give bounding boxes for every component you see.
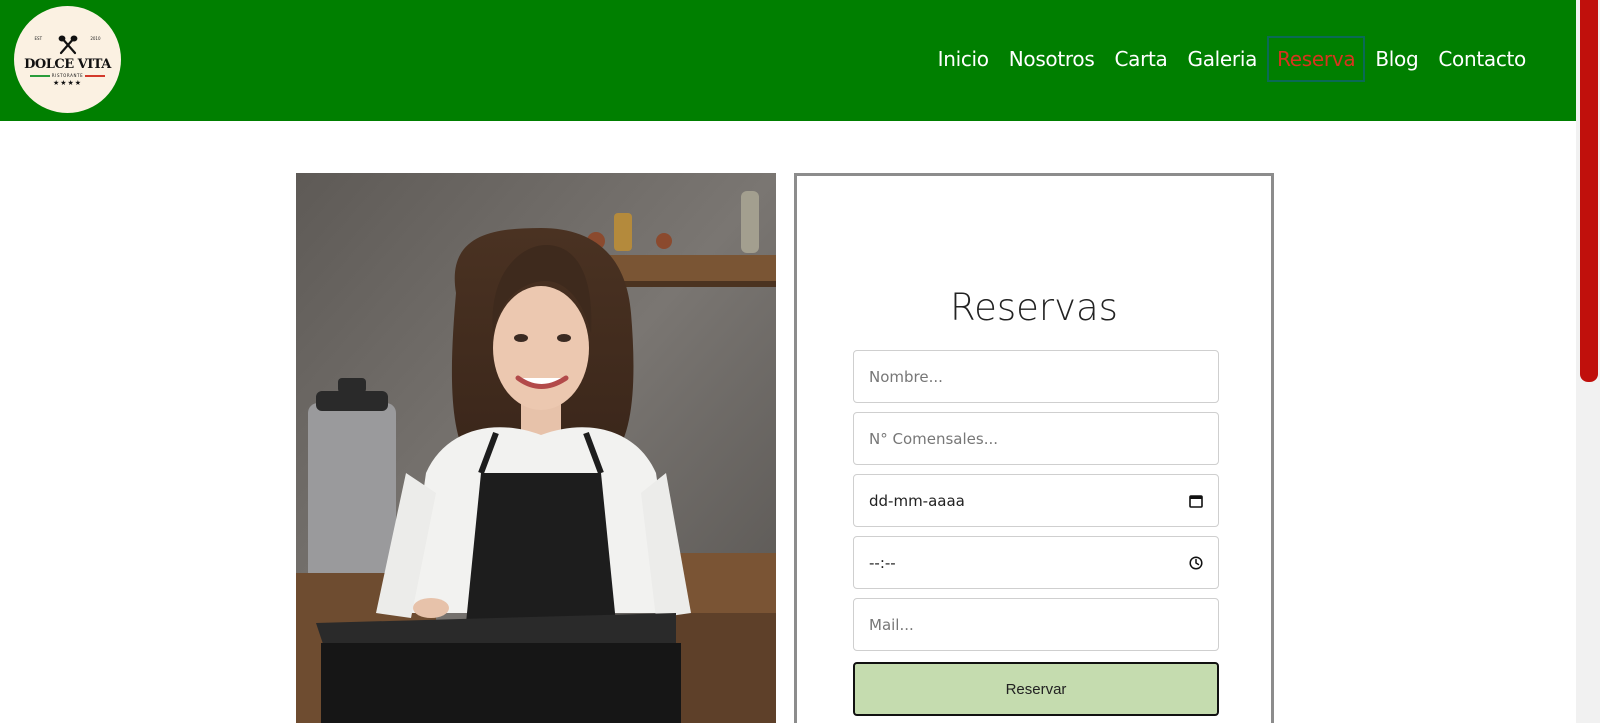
- form-title: Reservas: [950, 286, 1118, 329]
- reservation-form-card: Reservas Nombre... N° Comensales... dd-m…: [794, 173, 1274, 723]
- logo-subtitle: RISTORANTE: [51, 73, 84, 78]
- main-nav: Inicio Nosotros Carta Galeria Reserva Bl…: [928, 36, 1536, 82]
- logo-subtitle-row: RISTORANTE: [29, 73, 106, 78]
- calendar-icon[interactable]: [1189, 494, 1203, 508]
- page: EST 2010 DOLCE VITA RISTORANTE ★★★★ Inic…: [0, 0, 1600, 723]
- logo-brand-name: DOLCE VITA: [24, 57, 111, 72]
- date-value: dd-mm-aaaa: [869, 491, 965, 510]
- page-scrollbar[interactable]: [1576, 0, 1600, 723]
- clock-icon[interactable]: [1189, 555, 1203, 570]
- mail-placeholder: Mail...: [869, 615, 914, 634]
- nav-contacto[interactable]: Contacto: [1428, 36, 1536, 82]
- waitress-illustration: [296, 173, 776, 723]
- nav-galeria[interactable]: Galeria: [1178, 36, 1268, 82]
- scrollbar-thumb[interactable]: [1580, 0, 1598, 382]
- reservar-button[interactable]: Reservar: [853, 662, 1219, 716]
- guests-input[interactable]: N° Comensales...: [853, 412, 1219, 465]
- name-placeholder: Nombre...: [869, 367, 943, 386]
- date-input[interactable]: dd-mm-aaaa: [853, 474, 1219, 527]
- site-header: EST 2010 DOLCE VITA RISTORANTE ★★★★ Inic…: [0, 0, 1576, 121]
- waitress-photo: [296, 173, 776, 723]
- nav-blog[interactable]: Blog: [1365, 36, 1428, 82]
- time-value: --:--: [869, 553, 896, 572]
- crossed-utensils-icon: [58, 35, 77, 55]
- italy-red-stripe: [85, 74, 106, 77]
- nav-reserva[interactable]: Reserva: [1267, 36, 1366, 82]
- italy-green-stripe: [29, 74, 50, 77]
- logo-est-label: EST: [34, 36, 43, 41]
- logo-stars: ★★★★: [52, 79, 83, 87]
- nav-inicio[interactable]: Inicio: [928, 36, 999, 82]
- nav-carta[interactable]: Carta: [1104, 36, 1177, 82]
- mail-input[interactable]: Mail...: [853, 598, 1219, 651]
- name-input[interactable]: Nombre...: [853, 350, 1219, 403]
- guests-placeholder: N° Comensales...: [869, 429, 999, 448]
- logo-year-label: 2010: [90, 36, 101, 41]
- time-input[interactable]: --:--: [853, 536, 1219, 589]
- nav-nosotros[interactable]: Nosotros: [999, 36, 1105, 82]
- restaurant-logo[interactable]: EST 2010 DOLCE VITA RISTORANTE ★★★★: [14, 6, 121, 113]
